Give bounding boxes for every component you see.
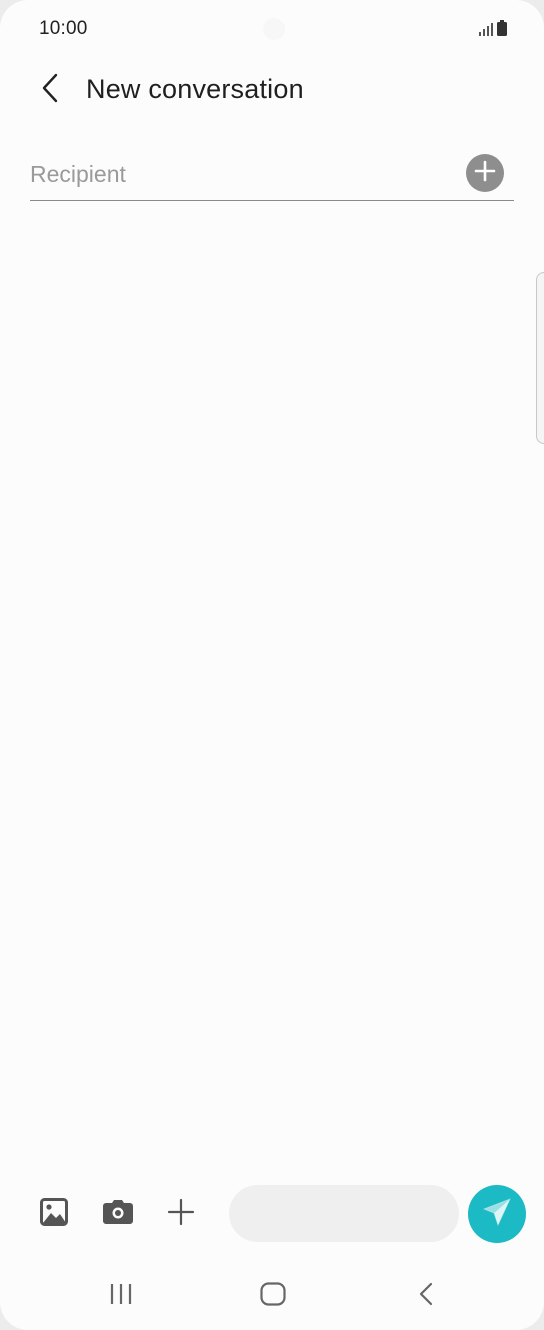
- message-input[interactable]: [229, 1185, 459, 1242]
- gallery-button[interactable]: [33, 1193, 75, 1235]
- page-title: New conversation: [86, 74, 304, 104]
- status-time: 10:00: [39, 18, 88, 39]
- recent-apps-button[interactable]: [99, 1276, 143, 1316]
- camera-button[interactable]: [97, 1193, 139, 1235]
- signal-icon: [479, 22, 493, 41]
- back-button[interactable]: [30, 70, 70, 110]
- status-icons: [479, 20, 507, 41]
- chevron-left-icon: [40, 73, 60, 108]
- recipient-input[interactable]: [30, 152, 450, 196]
- messaging-screen: 10:00 New conversation: [0, 0, 544, 1330]
- gallery-icon: [40, 1197, 68, 1231]
- recipient-field: [30, 150, 514, 201]
- recent-apps-icon: [109, 1283, 133, 1310]
- back-icon: [418, 1282, 434, 1311]
- home-icon: [260, 1281, 286, 1311]
- attach-button[interactable]: [160, 1193, 202, 1235]
- add-circle-icon: [474, 160, 496, 187]
- send-button[interactable]: [468, 1185, 526, 1243]
- add-recipient-button[interactable]: [466, 154, 504, 192]
- edge-panel-handle[interactable]: [536, 272, 544, 444]
- camera-icon: [102, 1199, 134, 1230]
- send-icon: [481, 1196, 513, 1233]
- home-button[interactable]: [251, 1276, 295, 1316]
- plus-icon: [166, 1197, 196, 1232]
- back-nav-button[interactable]: [404, 1276, 448, 1316]
- front-camera: [263, 18, 285, 40]
- battery-icon: [497, 20, 507, 41]
